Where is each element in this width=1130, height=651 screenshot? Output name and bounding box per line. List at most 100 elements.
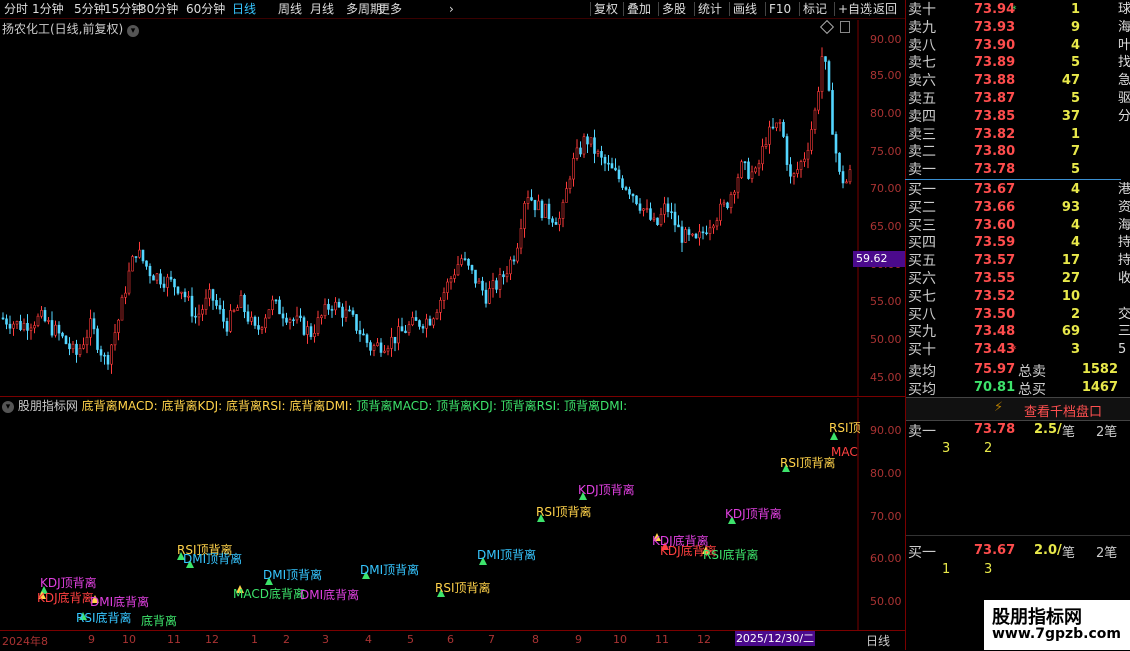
candle-body [54,324,57,336]
candle-body [824,56,827,62]
kline-chart[interactable]: RSI顶MACRSI顶背离KDJ顶背离KDJ顶背离RSI顶背离KDJ底背离KDJ… [0,0,905,630]
candle-body [453,274,456,279]
candle-body [589,137,593,145]
level-price: 73.94 [974,2,1016,17]
queue-sell-unit: 笔 [1062,425,1076,440]
news-fragment: 海 [1118,217,1130,233]
sell-level-row[interactable]: 卖六 73.88 47 急 [906,72,1130,90]
candle-body [845,181,848,184]
sell-level-row[interactable]: 卖七 73.89 5 找 [906,54,1130,72]
queue-sell-label: 卖一 [908,424,936,440]
candle-body [390,336,393,349]
candle-body [180,291,183,294]
indicator-title-part: 底背离MACD: 底背离KDJ: 底背离RSI: 底背离DMI: [81,399,357,413]
sell-level-row[interactable]: 卖二 73.80 7 [906,143,1130,161]
candle-body [334,301,337,311]
candle-body [729,194,733,209]
candle-body [684,229,687,243]
buy-level-row[interactable]: 买四 73.59 4 持 [906,234,1130,252]
buy-level-row[interactable]: 买十 73.43 3 5 * [906,341,1130,359]
candle-body [673,211,677,226]
buy-level-row[interactable]: 买二 73.66 93 资 [906,199,1130,217]
sell-level-row[interactable]: 卖十 73.94 1 球 * [906,1,1130,19]
view-depth-button[interactable]: ⚡ 查看千档盘口 [906,397,1130,421]
buy-level-row[interactable]: 买八 73.50 2 交 [906,306,1130,324]
date-tick: 11 [167,633,181,646]
candle-body [799,161,803,170]
date-tick: 9 [88,633,95,646]
candle-body [274,299,278,302]
sell-total-label: 总卖 [1018,364,1046,380]
candle-body [152,275,155,281]
level-volume: 93 [1061,199,1080,215]
candle-body [1,317,5,320]
news-fragment: 资 [1118,199,1130,215]
candle-body [134,256,138,258]
candle-body [89,318,92,338]
buy-total-label: 总买 [1018,382,1046,398]
current-price-tag: 59.62 [853,251,905,267]
candle-body [43,310,47,322]
scroll-handle[interactable] [840,21,850,33]
date-tick: 8 [532,633,539,646]
level-volume: 2 [1070,306,1080,322]
buy-level-row[interactable]: 买七 73.52 10 [906,288,1130,306]
candle-body [110,344,113,365]
candle-body [12,323,15,329]
sell-level-row[interactable]: 卖三 73.82 1 [906,126,1130,144]
buy-level-row[interactable]: 买九 73.48 69 三 [906,323,1130,341]
buy-total-value: 1467 [1081,380,1118,395]
divergence-label: KDJ顶背离 [578,482,635,497]
level-volume: 5 [1070,55,1080,71]
level-volume: 5 [1070,162,1080,178]
indicator-chevron-icon[interactable]: ▾ [2,400,14,413]
candle-body [757,163,761,169]
candle-body [498,274,502,290]
buy-level-row[interactable]: 买五 73.57 17 持 [906,252,1130,270]
candle-body [264,317,267,329]
candle-body [750,171,754,179]
sell-level-row[interactable]: 卖一 73.78 5 [906,161,1130,179]
candle-body [106,355,110,365]
price-tick: 70.00 [870,182,902,195]
sell-level-row[interactable]: 卖五 73.87 5 驱 [906,90,1130,108]
news-fragment: 5 [1118,342,1127,358]
candle-body [813,109,817,130]
sell-level-row[interactable]: 卖八 73.90 4 叶 [906,37,1130,55]
candle-body [299,315,302,318]
candle-body [775,122,778,129]
level-price: 73.57 [974,253,1016,269]
candle-body [838,152,841,172]
candle-body [537,200,540,211]
divergence-label: RSI顶 [829,421,861,435]
buy-level-row[interactable]: 买三 73.60 4 海 [906,217,1130,235]
order-book-midline [905,179,1121,180]
indicator-tick: 70.00 [870,510,902,523]
candle-body [484,289,488,304]
level-price: 73.85 [974,108,1016,124]
candle-body [78,347,82,355]
candle-body [411,317,414,326]
level-label: 卖一 [908,162,936,179]
candle-body [670,211,673,213]
news-fragment: 持 [1118,235,1130,251]
level-label: 买四 [908,235,936,252]
candle-body [481,280,484,291]
buy-level-row[interactable]: 买六 73.55 27 收 [906,270,1130,288]
level-price: 73.93 [974,19,1016,35]
queue-buy-label: 买一 [908,545,936,561]
candle-body [50,320,54,336]
level-price: 73.87 [974,91,1016,106]
level-label: 卖五 [908,91,936,107]
candle-body [5,318,8,325]
indicator-tick: 90.00 [870,424,902,437]
candle-body [418,320,421,327]
date-tick: 2024年8 [2,635,48,648]
candle-body [292,319,295,322]
buy-avg-label: 买均 [908,382,936,398]
candle-body [341,306,344,318]
candle-body [519,228,523,249]
sell-level-row[interactable]: 卖四 73.85 37 分 [906,108,1130,126]
sell-level-row[interactable]: 卖九 73.93 9 海 [906,19,1130,37]
buy-level-row[interactable]: 买一 73.67 4 港 [906,181,1130,199]
